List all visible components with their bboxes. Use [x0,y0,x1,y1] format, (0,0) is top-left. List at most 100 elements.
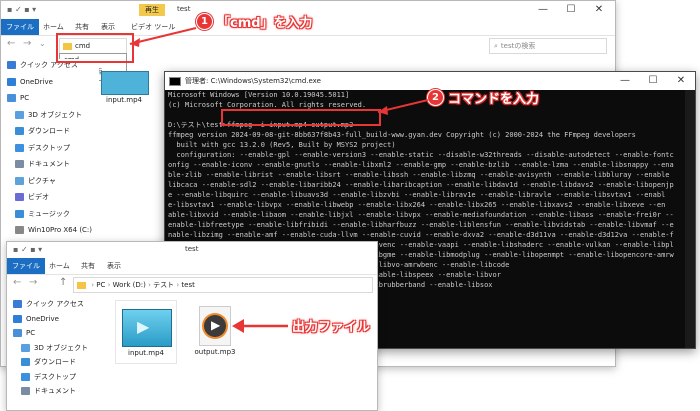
sidebar-item-label: 3D オブジェクト [28,110,83,119]
sidebar-item[interactable]: ドキュメント [15,158,70,170]
search-placeholder: testの検索 [500,42,536,50]
sidebar-item[interactable]: デスクトップ [21,371,76,383]
sidebar-item[interactable]: デスクトップ [15,142,70,154]
quick-access-toolbar[interactable]: ▪ ✓ ▪ ▾ [13,245,42,254]
breadcrumb-item[interactable]: Work (D:) [113,281,146,289]
file-name: input.mp4 [106,96,142,104]
callout-step2: 2 コマンドを入力 [427,88,539,107]
download-icon [21,358,30,366]
view-tab[interactable]: 表示 [107,261,121,271]
cloud-icon [13,314,22,323]
file-item-input[interactable]: ▶ input.mp4 [115,300,177,364]
quick-access-toolbar[interactable]: ▪ ✓ ▪ ▾ [7,5,36,14]
share-tab[interactable]: 共有 [75,22,89,32]
sidebar-item[interactable]: クイック アクセス [13,298,84,310]
file-name: input.mp4 [128,349,164,357]
console-line: libcaca --enable-sdl2 --enable-libaribb2… [168,181,674,189]
pc-icon [7,94,16,102]
sidebar-item-label: OneDrive [26,314,59,323]
step-label: 「cmd」を入力 [217,16,313,31]
sidebar-item-label: ピクチャ [28,176,56,185]
console-line: ble-zlib --enable-librist --enable-libsr… [168,171,670,179]
console-line: ffmpeg version 2024-09-08-git-8bb637f8b4… [168,131,636,139]
console-line: enable-libfreetype --enable-libfribidi -… [168,221,674,229]
file-tab[interactable]: ファイル [7,258,45,274]
cmd-icon [169,76,181,86]
console-line: able-libxvid --enable-libaom --enable-li… [168,211,674,219]
download-icon [15,127,24,135]
sidebar-item-label: ミュージック [28,209,70,218]
picture-icon [15,176,24,185]
maximize-button[interactable]: ☐ [557,1,585,19]
pc-icon [13,329,22,337]
sidebar-item-label: Win10Pro X64 (C:) [28,226,93,234]
breadcrumb[interactable]: › PC › Work (D:) › テスト › test [73,277,373,293]
scrollbar[interactable] [685,90,695,348]
folder-icon [77,281,86,289]
breadcrumb-item[interactable]: PC [96,281,105,289]
sidebar-item[interactable]: Win10Pro X64 (C:) [15,224,92,236]
file-tab[interactable]: ファイル [1,19,39,35]
callout-step1: 1 「cmd」を入力 [196,12,313,31]
forward-button[interactable]: → [29,277,37,288]
music-icon [15,209,24,218]
chevron-down-icon[interactable]: ⌄ [39,39,46,48]
maximize-button[interactable]: ☐ [639,72,667,90]
console-line: nable-libzimg --enable-amf --enable-cuda… [168,231,674,239]
play-tab[interactable]: 再生 [139,4,165,16]
console-line: e --enable-libquirc --enable-libuavs3d -… [168,191,666,199]
ribbon-tabs: ファイル ホーム 共有 表示 [7,258,377,275]
minimize-button[interactable]: — [611,72,639,90]
cube-icon [21,343,30,352]
sidebar-item[interactable]: ミュージック [15,208,70,220]
file-item-output[interactable]: ▶ output.mp3 [187,300,243,362]
drive-icon [15,226,24,234]
sidebar-item-label: PC [20,94,30,102]
sidebar-item[interactable]: ダウンロード [15,125,70,137]
star-icon [7,61,16,69]
close-button[interactable]: ✕ [667,72,695,90]
console-line: onfig --enable-iconv --enable-gnutls --e… [168,161,674,169]
sidebar-item[interactable]: PC [7,92,29,104]
search-icon: ⌕ [494,42,498,50]
view-tab[interactable]: 表示 [101,22,115,32]
home-tab[interactable]: ホーム [49,261,70,271]
breadcrumb-item[interactable]: test [181,281,194,289]
console-line: configuration: --enable-gpl --enable-ver… [168,151,674,159]
file-item[interactable]: input.mp4 [101,71,149,105]
share-tab[interactable]: 共有 [81,261,95,271]
audio-file-icon: ▶ [199,306,231,346]
minimize-button[interactable]: — [529,1,557,19]
back-button[interactable]: ← [7,38,15,49]
sidebar-item[interactable]: 3D オブジェクト [21,342,88,354]
close-button[interactable]: ✕ [585,1,613,19]
forward-button[interactable]: → [23,38,31,49]
sidebar-item[interactable]: ダウンロード [21,356,76,368]
sidebar-item-label: ドキュメント [28,160,70,168]
search-box[interactable]: ⌕ testの検索 [489,38,607,54]
highlight-address [56,33,134,63]
sidebar-item[interactable]: ドキュメント [21,385,76,397]
sidebar-item-label: ダウンロード [28,127,70,135]
sidebar-item-label: デスクトップ [34,372,76,381]
sidebar-item-label: クイック アクセス [26,300,84,308]
desktop-icon [21,372,30,381]
console-line: e-libsvtav1 --enable-libvpx --enable-lib… [168,201,666,209]
sidebar-item[interactable]: 3D オブジェクト [15,109,82,121]
film-icon: ▶ [137,317,150,336]
file-name: output.mp3 [194,348,236,356]
sidebar: クイック アクセス OneDrive PC 3D オブジェクトダウンロードデスクトップ… [7,298,105,410]
up-button[interactable]: ↑ [59,277,67,288]
sidebar-item-label: 3D オブジェクト [34,343,89,352]
sidebar-item[interactable]: OneDrive [13,313,59,325]
home-tab[interactable]: ホーム [43,22,64,32]
breadcrumb-item[interactable]: テスト [153,281,174,289]
sidebar-item[interactable]: PC [13,327,35,339]
sidebar-item[interactable]: OneDrive [7,76,53,88]
sidebar-item-label: デスクトップ [28,143,70,152]
back-button[interactable]: ← [13,277,21,288]
video-tools-tab[interactable]: ビデオ ツール [131,22,175,32]
sidebar-item[interactable]: ビデオ [15,191,49,203]
cmd-title: 管理者: C:\Windows\System32\cmd.exe [185,77,321,85]
sidebar-item[interactable]: ピクチャ [15,175,56,187]
